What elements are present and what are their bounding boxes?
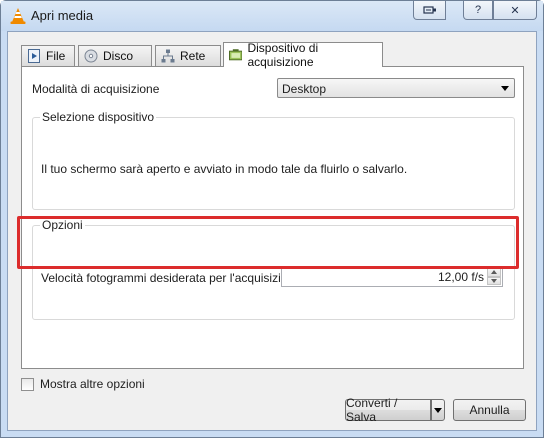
arrow-down-icon	[491, 278, 497, 283]
fps-spinbox[interactable]: 12,00 f/s	[281, 266, 503, 287]
chevron-down-icon	[501, 86, 509, 91]
help-icon: ?	[474, 4, 482, 16]
capture-mode-label: Modalità di acquisizione	[32, 82, 160, 96]
device-selection-title: Selezione dispositivo	[40, 110, 157, 124]
disc-icon	[84, 49, 98, 63]
vlc-cone-icon	[10, 8, 26, 24]
tab-file-label: File	[46, 49, 66, 63]
pin-icon	[422, 6, 436, 14]
tab-disco-label: Disco	[103, 49, 134, 63]
apri-media-dialog: Apri media ? ✕ File Disco Rete Dispositi…	[0, 0, 544, 438]
fps-label: Velocità fotogrammi desiderata per l'acq…	[41, 271, 305, 285]
device-description: Il tuo schermo sarà aperto e avviato in …	[41, 162, 408, 176]
fps-spin-buttons	[487, 268, 501, 285]
tab-file[interactable]: File	[21, 45, 75, 66]
tab-rete[interactable]: Rete	[155, 45, 221, 66]
more-options-checkbox[interactable]	[21, 377, 34, 391]
close-icon: ✕	[510, 4, 520, 17]
fps-increment-button[interactable]	[487, 268, 501, 277]
convert-dropdown-button[interactable]	[431, 399, 445, 421]
fps-decrement-button[interactable]	[487, 276, 501, 285]
more-options-row[interactable]: Mostra altre opzioni	[21, 376, 145, 392]
tab-dispositivo-acquisizione[interactable]: Dispositivo di acquisizione	[223, 41, 383, 69]
convert-save-button[interactable]: Converti / Salva	[345, 396, 431, 424]
pin-button[interactable]	[413, 1, 446, 20]
file-play-icon	[28, 49, 40, 63]
capture-device-panel: Modalità di acquisizione Desktop Selezio…	[21, 66, 524, 369]
fps-value: 12,00 f/s	[437, 270, 484, 284]
capture-mode-select[interactable]: Desktop	[277, 78, 515, 98]
options-title: Opzioni	[40, 218, 85, 232]
more-options-label: Mostra altre opzioni	[40, 377, 145, 391]
options-group: Opzioni Velocità fotogrammi desiderata p…	[32, 218, 515, 320]
window-title: Apri media	[31, 8, 94, 23]
cancel-button[interactable]: Annulla	[453, 399, 526, 421]
title-bar[interactable]: Apri media ? ✕	[1, 1, 543, 31]
tab-dispositivo-label: Dispositivo di acquisizione	[247, 41, 319, 69]
capture-mode-value: Desktop	[282, 82, 327, 96]
device-selection-group: Selezione dispositivo Il tuo schermo sar…	[32, 110, 515, 210]
tab-rete-label: Rete	[180, 49, 206, 63]
network-icon	[161, 49, 175, 63]
chevron-down-icon	[434, 407, 442, 413]
capture-device-icon	[229, 49, 243, 61]
close-button[interactable]: ✕	[493, 1, 537, 20]
dialog-body: File Disco Rete Dispositivo di acquisizi…	[7, 31, 537, 431]
convert-save-label: Converti / Salva	[346, 396, 398, 424]
tab-disco[interactable]: Disco	[78, 45, 152, 66]
arrow-up-icon	[491, 270, 497, 275]
help-button[interactable]: ?	[463, 1, 493, 20]
cancel-label: Annulla	[469, 403, 510, 417]
